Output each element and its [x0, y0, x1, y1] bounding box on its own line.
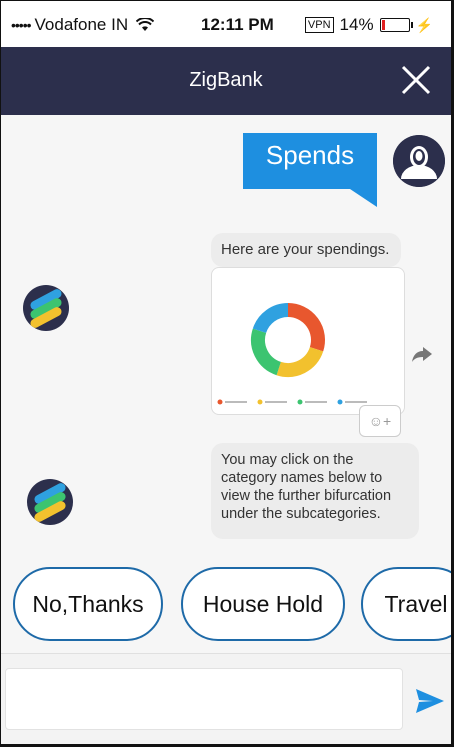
- bot-avatar: [23, 285, 69, 331]
- battery-fill: [381, 20, 386, 30]
- user-message-text: Spends: [265, 140, 355, 170]
- share-icon[interactable]: [411, 345, 433, 363]
- donut-slice[interactable]: [276, 346, 324, 377]
- close-icon[interactable]: [399, 63, 433, 97]
- message-input[interactable]: [5, 668, 403, 730]
- charging-icon: ⚡: [415, 16, 433, 33]
- battery-icon: [379, 18, 413, 32]
- status-left: ••••• Vodafone IN: [11, 15, 155, 35]
- status-bar: ••••• Vodafone IN 12:11 PM VPN 14% ⚡: [1, 1, 451, 47]
- status-right: VPN 14% ⚡: [304, 15, 433, 35]
- bot-message-text: Here are your spendings.: [221, 241, 390, 258]
- legend-swatch: [297, 399, 303, 405]
- user-message-bubble: Spends: [243, 133, 377, 207]
- donut-slice[interactable]: [287, 303, 325, 352]
- quick-reply-house-hold[interactable]: House Hold: [181, 567, 345, 641]
- bot-message-text: You may click on the category names belo…: [221, 452, 392, 522]
- quick-reply-travel[interactable]: Travel: [361, 567, 451, 641]
- bot-avatar: [27, 479, 73, 525]
- wifi-icon: [136, 18, 155, 31]
- legend-label-placeholder: [345, 401, 367, 403]
- spending-chart-card[interactable]: [211, 267, 405, 415]
- bot-message-bubble: You may click on the category names belo…: [211, 443, 419, 539]
- legend-label-placeholder: [265, 401, 287, 403]
- legend-swatch: [257, 399, 263, 405]
- send-icon[interactable]: [415, 688, 445, 714]
- app-header: ZigBank: [1, 47, 451, 115]
- composer: [1, 653, 451, 744]
- legend-swatch: [337, 399, 343, 405]
- status-time: 12:11 PM: [201, 15, 274, 34]
- legend-label-placeholder: [225, 401, 247, 403]
- battery-percent: 14%: [339, 15, 374, 34]
- phone-frame: ••••• Vodafone IN 12:11 PM VPN 14% ⚡ Zig…: [0, 0, 454, 747]
- emoji-reaction-button[interactable]: ☺+: [359, 405, 401, 437]
- user-avatar-icon: [393, 135, 445, 187]
- spending-donut-chart: [217, 303, 367, 405]
- bubble-tail: [347, 187, 377, 207]
- legend-swatch: [217, 399, 223, 405]
- legend-label-placeholder: [305, 401, 327, 403]
- quick-reply-no-thanks[interactable]: No,Thanks: [13, 567, 163, 641]
- donut-slice[interactable]: [252, 303, 289, 334]
- page-title: ZigBank: [189, 69, 263, 91]
- donut-slice[interactable]: [251, 328, 282, 376]
- signal-dots: •••••: [11, 17, 31, 33]
- bot-message-bubble: Here are your spendings.: [211, 233, 401, 267]
- carrier-label: Vodafone IN: [34, 15, 129, 34]
- vpn-badge: VPN: [304, 17, 334, 33]
